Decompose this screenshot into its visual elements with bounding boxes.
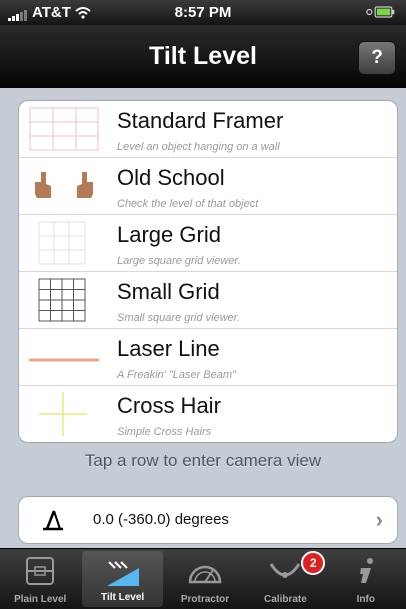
row-title: Old School (117, 165, 225, 190)
info-icon (359, 558, 373, 583)
large-grid-icon (38, 221, 86, 265)
calibrate-icon (270, 563, 301, 578)
list-item-small-grid[interactable]: Small Grid Small square grid viewer. (19, 272, 397, 329)
chevron-right-icon: › (375, 507, 383, 532)
row-title: Large Grid (117, 222, 221, 247)
list-item-standard-framer[interactable]: Standard Framer Level an object hanging … (19, 101, 397, 158)
framer-grid-icon (29, 107, 99, 151)
row-subtitle: Large square grid viewer. (117, 255, 241, 267)
tab-bar: Plain Level Tilt Level Protractor 2 Cali… (0, 548, 406, 609)
row-title: Standard Framer (117, 108, 284, 133)
list-item-old-school[interactable]: Old School Check the level of that objec… (19, 158, 397, 215)
mode-list: Standard Framer Level an object hanging … (18, 100, 398, 443)
row-subtitle: Level an object hanging on a wall (117, 141, 280, 153)
tab-info[interactable]: Info (326, 549, 406, 609)
battery-icon (366, 5, 396, 18)
plain-level-icon (26, 557, 55, 585)
row-title: Small Grid (117, 279, 220, 304)
row-subtitle: A Freakin' "Laser Beam" (117, 369, 236, 381)
list-item-cross-hair[interactable]: Cross Hair Simple Cross Hairs (19, 386, 397, 442)
help-button[interactable]: ? (358, 41, 396, 75)
protractor-icon (188, 565, 222, 584)
status-bar: AT&T 8:57 PM (0, 0, 406, 25)
hands-icon (35, 172, 93, 198)
tab-label: Plain Level (14, 594, 67, 605)
tab-calibrate[interactable]: 2 Calibrate (245, 549, 326, 609)
tab-label: Tilt Level (101, 592, 145, 603)
list-item-large-grid[interactable]: Large Grid Large square grid viewer. (19, 215, 397, 272)
list-item-laser-line[interactable]: Laser Line A Freakin' "Laser Beam" (19, 329, 397, 386)
tab-protractor[interactable]: Protractor (165, 549, 245, 609)
instruction-hint: Tap a row to enter camera view (84, 451, 322, 470)
row-subtitle: Small square grid viewer. (117, 312, 241, 324)
row-subtitle: Simple Cross Hairs (117, 426, 212, 438)
tab-plain-level[interactable]: Plain Level (0, 549, 80, 609)
degree-readout-row[interactable]: 0.0 (-360.0) degrees › (18, 496, 398, 544)
small-grid-icon (38, 278, 86, 322)
laser-line-icon (29, 358, 99, 362)
status-time: 8:57 PM (174, 4, 232, 21)
tab-tilt-level[interactable]: Tilt Level (82, 551, 163, 607)
row-subtitle: Check the level of that object (117, 198, 259, 210)
tab-label: Calibrate (264, 594, 307, 605)
degree-value: 0.0 (-360.0) degrees (93, 511, 229, 528)
row-title: Laser Line (117, 336, 220, 361)
navigation-bar: Tilt Level ? (0, 25, 406, 88)
angle-icon (43, 510, 63, 531)
tab-label: Protractor (180, 594, 230, 605)
page-title: Tilt Level (149, 42, 257, 70)
row-title: Cross Hair (117, 393, 221, 418)
tab-label: Info (356, 594, 375, 605)
cross-hair-icon (39, 392, 87, 436)
notification-badge: 2 (301, 551, 326, 575)
tilt-level-icon (106, 561, 139, 586)
